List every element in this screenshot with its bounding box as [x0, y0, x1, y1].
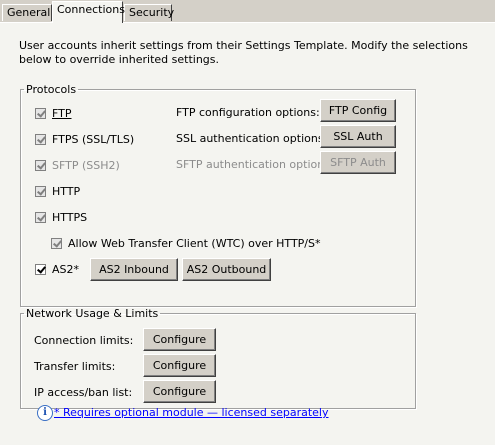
sftp-options-label: SFTP authentication options: — [176, 158, 334, 171]
tab-connections[interactable]: Connections — [52, 1, 125, 23]
protocols-legend: Protocols — [26, 83, 77, 96]
ftps-checkbox[interactable] — [35, 133, 46, 145]
connections-panel: User accounts inherit settings from thei… — [0, 22, 495, 445]
connection-configure-button[interactable]: Configure — [143, 328, 216, 351]
ftp-checkbox[interactable] — [35, 107, 46, 119]
transfer-configure-button[interactable]: Configure — [143, 354, 216, 377]
as2-checkbox[interactable] — [35, 263, 46, 275]
tab-general[interactable]: General — [2, 4, 52, 21]
https-label: HTTPS — [52, 210, 88, 224]
ssl-options-label: SSL authentication options: — [176, 132, 328, 145]
ftps-label: FTPS (SSL/TLS) — [52, 132, 135, 146]
optional-module-link[interactable]: * Requires optional module — licensed se… — [54, 406, 329, 419]
as2-label: AS2* — [52, 262, 80, 276]
ftp-config-button[interactable]: FTP Config — [320, 99, 396, 122]
tab-security[interactable]: Security — [124, 4, 174, 21]
transfer-limits-label: Transfer limits: — [34, 360, 116, 373]
sftp-checkbox-row[interactable]: SFTP (SSH2) — [35, 157, 120, 173]
wtc-checkbox-row[interactable]: Allow Web Transfer Client (WTC) over HTT… — [51, 235, 320, 251]
http-label: HTTP — [52, 184, 81, 198]
tab-strip: General Connections Security — [0, 0, 495, 23]
sftp-label: SFTP (SSH2) — [52, 158, 120, 172]
http-checkbox[interactable] — [35, 185, 46, 197]
as2-inbound-button[interactable]: AS2 Inbound — [90, 258, 178, 281]
sftp-auth-button[interactable]: SFTP Auth — [320, 151, 396, 174]
connection-limits-label: Connection limits: — [34, 334, 134, 347]
ftp-options-label: FTP configuration options: — [176, 106, 320, 119]
ftps-checkbox-row[interactable]: FTPS (SSL/TLS) — [35, 131, 134, 147]
ftp-label: FTP — [52, 106, 72, 120]
as2-outbound-button[interactable]: AS2 Outbound — [182, 258, 271, 281]
ssl-auth-button[interactable]: SSL Auth — [320, 125, 396, 148]
info-icon: i — [37, 405, 53, 421]
network-legend: Network Usage & Limits — [26, 307, 159, 320]
sftp-checkbox[interactable] — [35, 159, 46, 171]
wtc-checkbox[interactable] — [51, 237, 62, 249]
ip-access-label: IP access/ban list: — [34, 386, 133, 399]
http-checkbox-row[interactable]: HTTP — [35, 183, 80, 199]
https-checkbox-row[interactable]: HTTPS — [35, 209, 87, 225]
wtc-label: Allow Web Transfer Client (WTC) over HTT… — [68, 236, 321, 250]
ftp-checkbox-row[interactable]: FTP — [35, 105, 72, 121]
as2-checkbox-row[interactable]: AS2* — [35, 261, 79, 277]
ip-configure-button[interactable]: Configure — [143, 380, 216, 403]
description-text: User accounts inherit settings from thei… — [19, 39, 468, 66]
https-checkbox[interactable] — [35, 211, 46, 223]
